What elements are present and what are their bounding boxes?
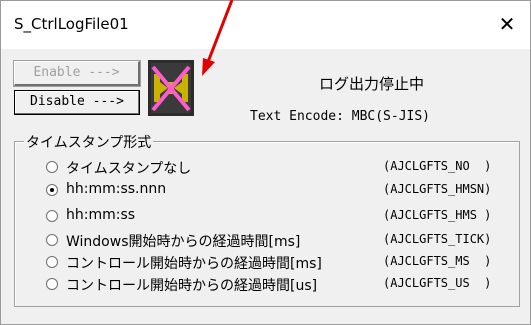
dialog-window: S_CtrlLogFile01 ✕ Enable ---> Disable --…: [0, 0, 531, 325]
radio-button[interactable]: [46, 256, 58, 268]
option-code: (AJCLGFTS_US ): [383, 276, 492, 290]
close-icon[interactable]: ✕: [494, 11, 520, 37]
radio-option-us[interactable]: コントロール開始時からの経過時間[us] (AJCLGFTS_US ): [46, 275, 516, 295]
option-label: コントロール開始時からの経過時間[ms]: [66, 256, 322, 272]
option-code: (AJCLGFTS_TICK): [383, 232, 492, 246]
radio-option-hms[interactable]: hh:mm:ss (AJCLGFTS_HMS ): [46, 207, 516, 227]
log-disabled-icon: [148, 60, 194, 116]
radio-button[interactable]: [46, 210, 58, 222]
radio-option-ms[interactable]: コントロール開始時からの経過時間[ms] (AJCLGFTS_MS ): [46, 253, 516, 273]
log-status-text: ログ出力停止中: [319, 75, 425, 93]
option-code: (AJCLGFTS_HMS ): [383, 208, 492, 222]
option-code: (AJCLGFTS_NO ): [383, 159, 492, 173]
radio-button[interactable]: [46, 278, 58, 290]
option-label: hh:mm:ss: [66, 207, 136, 223]
radio-button[interactable]: [46, 234, 58, 246]
radio-option-no-timestamp[interactable]: タイムスタンプなし (AJCLGFTS_NO ): [46, 158, 516, 178]
option-code: (AJCLGFTS_MS ): [383, 254, 492, 268]
radio-option-hmsn[interactable]: hh:mm:ss.nnn (AJCLGFTS_HMSN): [46, 181, 516, 201]
enable-button[interactable]: Enable --->: [13, 60, 141, 87]
radio-button[interactable]: [46, 161, 58, 173]
radio-button-selected[interactable]: [46, 184, 58, 196]
radio-option-tick[interactable]: Windows開始時からの経過時間[ms] (AJCLGFTS_TICK): [46, 231, 516, 251]
radio-dot: [50, 188, 54, 192]
option-label: hh:mm:ss.nnn: [66, 181, 167, 197]
text-encode-label: Text Encode: MBC(S-JIS): [250, 109, 431, 124]
window-title: S_CtrlLogFile01: [14, 15, 129, 33]
timestamp-group-legend: タイムスタンプ形式: [24, 132, 154, 152]
option-label: タイムスタンプなし: [66, 161, 192, 177]
title-bar: S_CtrlLogFile01 ✕: [1, 1, 530, 49]
disable-button[interactable]: Disable --->: [14, 90, 140, 115]
option-code: (AJCLGFTS_HMSN): [383, 182, 492, 196]
option-label: コントロール開始時からの経過時間[us]: [66, 278, 318, 294]
option-label: Windows開始時からの経過時間[ms]: [66, 234, 301, 250]
